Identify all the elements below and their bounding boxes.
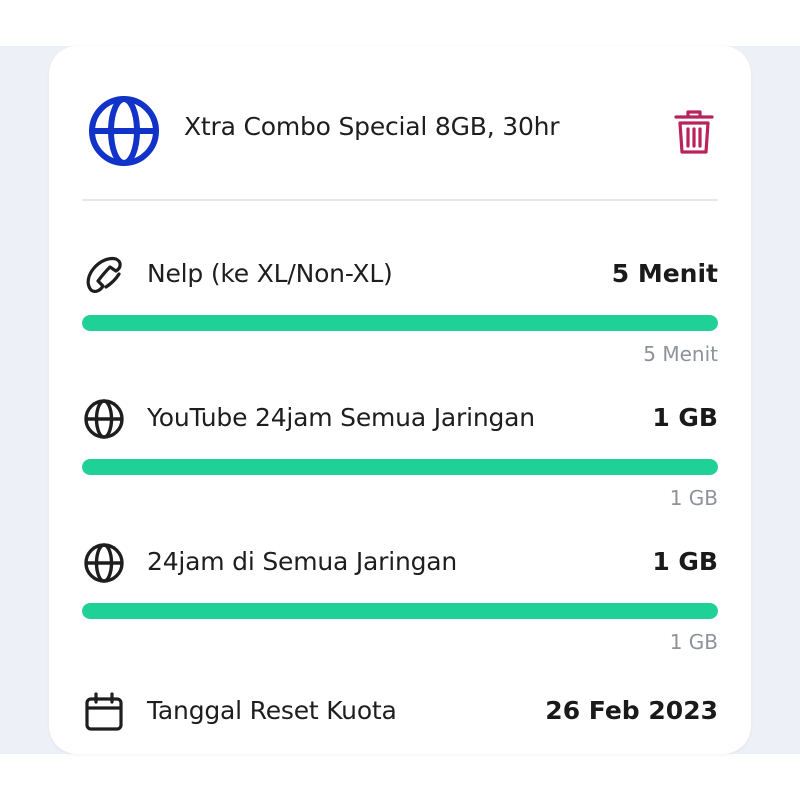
quota-progress-bar [82, 459, 718, 475]
quota-value: 5 Menit [611, 259, 718, 288]
quota-remaining: 5 Menit [643, 342, 718, 366]
quota-value: 1 GB [652, 547, 718, 576]
reset-date-value: 26 Feb 2023 [545, 696, 718, 725]
globe-icon [89, 96, 159, 166]
trash-icon[interactable] [672, 108, 716, 156]
quota-label: Nelp (ke XL/Non-XL) [147, 259, 393, 288]
quota-label: YouTube 24jam Semua Jaringan [147, 403, 535, 432]
reset-date-label: Tanggal Reset Kuota [147, 696, 397, 725]
quota-value: 1 GB [652, 403, 718, 432]
globe-icon [84, 399, 124, 439]
header-divider [82, 199, 718, 201]
quota-remaining: 1 GB [669, 486, 718, 510]
quota-remaining: 1 GB [669, 630, 718, 654]
calendar-icon [85, 692, 123, 731]
quota-progress-bar [82, 315, 718, 331]
phone-icon [86, 256, 122, 293]
quota-progress-bar [82, 603, 718, 619]
globe-icon [84, 543, 124, 583]
quota-progress-fill [82, 315, 718, 331]
bottom-background [0, 754, 800, 800]
quota-progress-fill [82, 459, 718, 475]
top-background [0, 0, 800, 46]
quota-label: 24jam di Semua Jaringan [147, 547, 458, 576]
package-title: Xtra Combo Special 8GB, 30hr [184, 112, 560, 141]
quota-progress-fill [82, 603, 718, 619]
